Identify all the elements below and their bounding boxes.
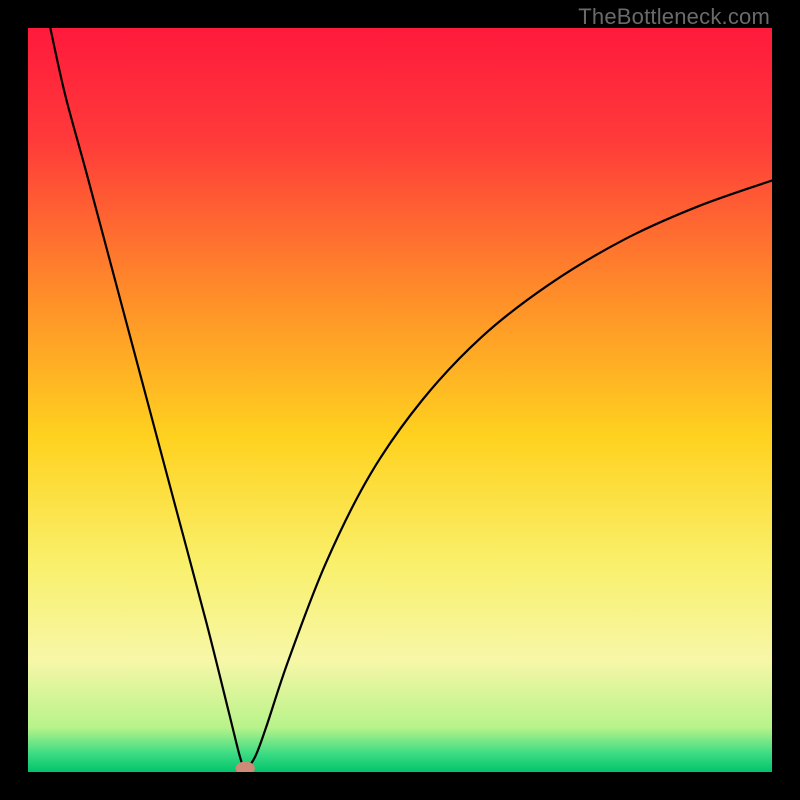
chart-background [28, 28, 772, 772]
chart-svg [28, 28, 772, 772]
watermark-text: TheBottleneck.com [578, 4, 770, 30]
chart-frame [28, 28, 772, 772]
